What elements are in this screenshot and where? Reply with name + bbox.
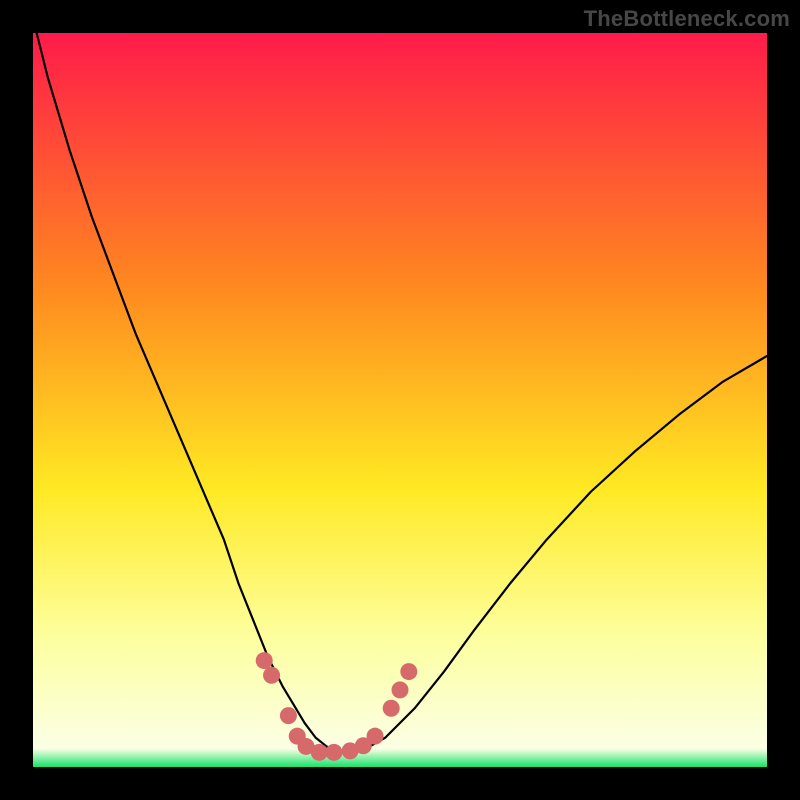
sample-dot	[280, 707, 297, 724]
chart-svg	[33, 33, 767, 767]
sample-dot	[311, 744, 328, 761]
sample-dot	[392, 681, 409, 698]
sample-dot	[367, 728, 384, 745]
watermark-text: TheBottleneck.com	[584, 6, 790, 32]
sample-dot	[400, 663, 417, 680]
sample-dot	[263, 667, 280, 684]
sample-dot	[325, 744, 342, 761]
plot-area	[33, 33, 767, 767]
sample-dot	[383, 700, 400, 717]
gradient-background	[33, 33, 767, 767]
sample-dot	[256, 652, 273, 669]
chart-frame: TheBottleneck.com	[0, 0, 800, 800]
